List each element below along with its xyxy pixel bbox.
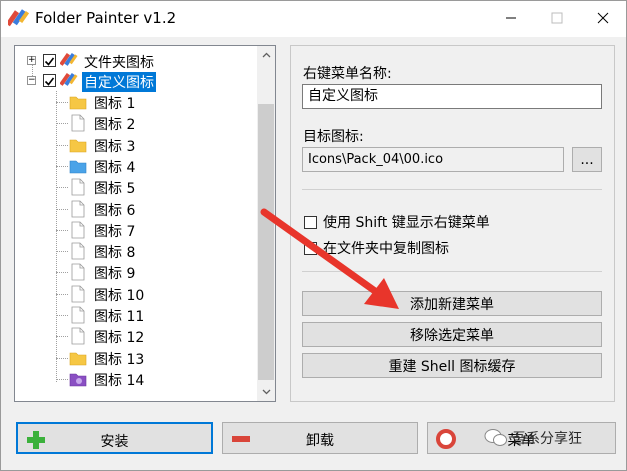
tree-connector <box>56 187 68 189</box>
blank-file-icon <box>69 327 87 345</box>
settings-panel: 右键菜单名称: 自定义图标 目标图标: Icons\Pack_04\00.ico… <box>290 45 615 402</box>
tree-connector <box>56 91 57 382</box>
paintbrush-icon <box>60 72 78 86</box>
app-window: Folder Painter v1.2 + 文件夹图标 − 自定义图标 图标 1… <box>0 0 627 471</box>
scroll-down-button[interactable] <box>257 383 275 401</box>
close-icon <box>597 12 609 24</box>
tree-connector <box>56 123 68 125</box>
tree-item-label[interactable]: 图标 4 <box>94 157 135 177</box>
scroll-thumb[interactable] <box>258 104 274 380</box>
tree-item-label[interactable]: 图标 9 <box>94 263 135 283</box>
menu-name-input[interactable]: 自定义图标 <box>302 84 602 109</box>
folder-yellow-icon <box>69 349 87 367</box>
scroll-up-button[interactable] <box>257 46 275 64</box>
target-icon-label: 目标图标: <box>303 129 364 145</box>
tree-item-label[interactable]: 图标 8 <box>94 242 135 262</box>
browse-button[interactable]: ... <box>572 147 602 172</box>
tree-item-label[interactable]: 图标 12 <box>94 327 144 347</box>
tree-item-label[interactable]: 图标 14 <box>94 370 144 390</box>
group-checkbox-folder-icons[interactable] <box>43 54 56 67</box>
tree-connector <box>56 144 68 146</box>
folder-purple-icon <box>69 370 87 388</box>
tree-item-label[interactable]: 图标 1 <box>94 93 135 113</box>
tree-item-label[interactable]: 图标 10 <box>94 285 144 305</box>
chevron-up-icon <box>262 52 270 58</box>
remove-menu-button[interactable]: 移除选定菜单 <box>302 322 602 347</box>
tree-item-label[interactable]: 图标 3 <box>94 136 135 156</box>
blank-file-icon <box>69 200 87 218</box>
collapse-toggle[interactable]: − <box>27 76 36 85</box>
watermark: 吾系分享狂 <box>484 428 582 448</box>
folder-yellow-icon <box>69 136 87 154</box>
tree-content: + 文件夹图标 − 自定义图标 图标 1 图标 2 图标 3 图标 4 图标 5… <box>15 46 257 401</box>
tree-group-label[interactable]: 文件夹图标 <box>84 52 154 72</box>
install-button[interactable]: 安装 <box>16 422 213 454</box>
tree-scrollbar[interactable] <box>257 46 275 401</box>
tree-connector <box>56 272 68 274</box>
target-icon-path[interactable]: Icons\Pack_04\00.ico <box>302 147 564 172</box>
tree-connector <box>56 293 68 295</box>
install-label: 安装 <box>100 434 129 450</box>
tree-connector <box>56 336 68 338</box>
blank-file-icon <box>69 221 87 239</box>
blank-file-icon <box>69 114 87 132</box>
uninstall-button[interactable]: 卸载 <box>222 422 418 454</box>
minimize-icon <box>506 17 516 19</box>
tree-connector <box>56 378 68 380</box>
tree-connector <box>56 102 68 103</box>
maximize-button[interactable] <box>534 1 580 35</box>
separator <box>302 189 602 190</box>
close-button[interactable] <box>580 1 626 35</box>
chevron-down-icon <box>262 389 270 395</box>
icon-tree-view[interactable]: + 文件夹图标 − 自定义图标 图标 1 图标 2 图标 3 图标 4 图标 5… <box>14 45 276 402</box>
copy-checkbox[interactable] <box>304 241 317 255</box>
tree-group-label-selected[interactable]: 自定义图标 <box>82 72 156 92</box>
blank-file-icon <box>69 306 87 324</box>
tree-item-label[interactable]: 图标 11 <box>94 306 144 326</box>
blank-file-icon <box>69 242 87 260</box>
add-menu-button[interactable]: 添加新建菜单 <box>302 291 602 316</box>
group-checkbox-custom-icons[interactable] <box>43 74 56 87</box>
paintbrush-icon <box>60 52 78 66</box>
uninstall-label: 卸载 <box>306 433 334 449</box>
shift-option[interactable]: 使用 Shift 键显示右键菜单 <box>304 212 490 232</box>
copy-checkbox-label: 在文件夹中复制图标 <box>323 241 449 257</box>
tree-item-label[interactable]: 图标 6 <box>94 200 135 220</box>
tree-item-label[interactable]: 图标 7 <box>94 221 135 241</box>
title-bar[interactable]: Folder Painter v1.2 <box>1 1 626 37</box>
tree-connector <box>56 208 68 210</box>
tree-connector <box>56 357 68 359</box>
menu-name-label: 右键菜单名称: <box>303 66 392 82</box>
tree-item-label[interactable]: 图标 5 <box>94 178 135 198</box>
copy-option[interactable]: 在文件夹中复制图标 <box>304 238 449 258</box>
blank-file-icon <box>69 285 87 303</box>
chat-bubble-icon <box>484 429 507 446</box>
tree-connector <box>56 229 68 231</box>
tree-connector <box>56 165 68 167</box>
maximize-icon <box>551 12 563 24</box>
blank-file-icon <box>69 178 87 196</box>
tree-item-label[interactable]: 图标 2 <box>94 114 135 134</box>
shift-checkbox-label: 使用 Shift 键显示右键菜单 <box>323 215 490 231</box>
expand-toggle[interactable]: + <box>27 56 36 65</box>
watermark-text: 吾系分享狂 <box>512 431 582 447</box>
check-icon <box>44 57 55 66</box>
tree-connector <box>56 315 68 316</box>
shift-checkbox[interactable] <box>304 215 317 229</box>
paintbrush-app-icon <box>8 9 30 27</box>
rebuild-cache-button[interactable]: 重建 Shell 图标缓存 <box>302 353 602 378</box>
folder-yellow-icon <box>69 93 87 111</box>
tree-connector <box>56 251 68 253</box>
minimize-button[interactable] <box>488 1 534 35</box>
check-icon <box>44 77 55 86</box>
window-title: Folder Painter v1.2 <box>35 9 177 27</box>
folder-blue-icon <box>69 157 87 175</box>
blank-file-icon <box>69 263 87 281</box>
tree-item-label[interactable]: 图标 13 <box>94 349 144 369</box>
separator <box>302 271 602 272</box>
